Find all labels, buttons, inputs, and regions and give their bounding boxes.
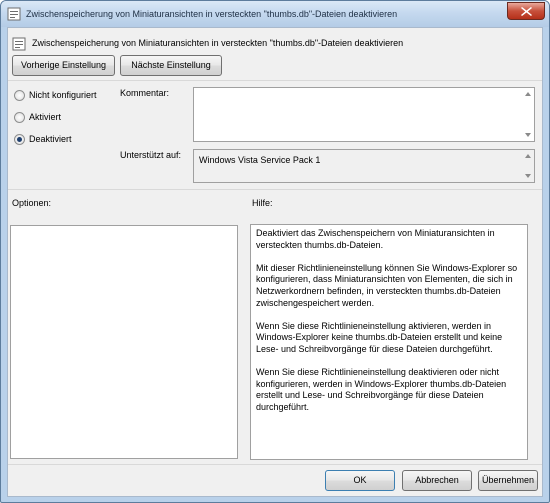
radio-button-checked[interactable]: [14, 134, 25, 145]
header-divider: [8, 80, 542, 81]
cancel-button[interactable]: Abbrechen: [402, 470, 472, 491]
setting-document-icon: [12, 37, 26, 51]
close-icon: [521, 7, 532, 16]
scroll-down-icon[interactable]: [525, 174, 531, 178]
help-paragraph: Mit dieser Richtlinieneinstellung können…: [256, 262, 518, 308]
comment-label: Kommentar:: [120, 88, 170, 98]
radio-label: Aktiviert: [29, 112, 62, 122]
policy-setting-icon: [7, 7, 21, 21]
section-divider: [8, 189, 542, 190]
previous-setting-button[interactable]: Vorherige Einstellung: [12, 55, 115, 76]
help-text-panel[interactable]: Deaktiviert das Zwischenspeichern von Mi…: [250, 224, 528, 460]
options-panel[interactable]: [10, 225, 238, 459]
radio-label: Deaktiviert: [29, 134, 72, 144]
radio-button[interactable]: [14, 112, 25, 123]
next-setting-button[interactable]: Nächste Einstellung: [120, 55, 222, 76]
title-bar[interactable]: Zwischenspeicherung von Miniaturansichte…: [1, 1, 549, 27]
radio-button[interactable]: [14, 90, 25, 101]
help-paragraph: Wenn Sie diese Richtlinieneinstellung de…: [256, 367, 507, 412]
supported-on-field: Windows Vista Service Pack 1: [193, 149, 535, 183]
setting-name: Zwischenspeicherung von Miniaturansichte…: [32, 38, 404, 48]
scroll-down-icon[interactable]: [525, 133, 531, 137]
comment-scrollbar[interactable]: [522, 88, 534, 141]
supported-scrollbar[interactable]: [522, 150, 534, 182]
options-label: Optionen:: [12, 198, 52, 208]
scroll-up-icon[interactable]: [525, 92, 531, 96]
close-button[interactable]: [507, 2, 545, 20]
policy-dialog-window: Zwischenspeicherung von Miniaturansichte…: [0, 0, 550, 503]
scroll-up-icon[interactable]: [525, 154, 531, 158]
help-label: Hilfe:: [252, 198, 273, 208]
apply-button[interactable]: Übernehmen: [478, 470, 538, 491]
comment-input[interactable]: [193, 87, 535, 142]
dialog-client-area: Zwischenspeicherung von Miniaturansichte…: [7, 27, 543, 497]
help-paragraph: Deaktiviert das Zwischenspeichern von Mi…: [256, 228, 495, 250]
ok-button[interactable]: OK: [325, 470, 395, 491]
window-title: Zwischenspeicherung von Miniaturansichte…: [26, 9, 398, 19]
supported-on-label: Unterstützt auf:: [120, 150, 182, 160]
help-paragraph: Wenn Sie diese Richtlinieneinstellung ak…: [256, 320, 503, 354]
supported-on-value: Windows Vista Service Pack 1: [199, 155, 321, 165]
footer-divider: [8, 464, 542, 465]
radio-label: Nicht konfiguriert: [29, 90, 97, 100]
